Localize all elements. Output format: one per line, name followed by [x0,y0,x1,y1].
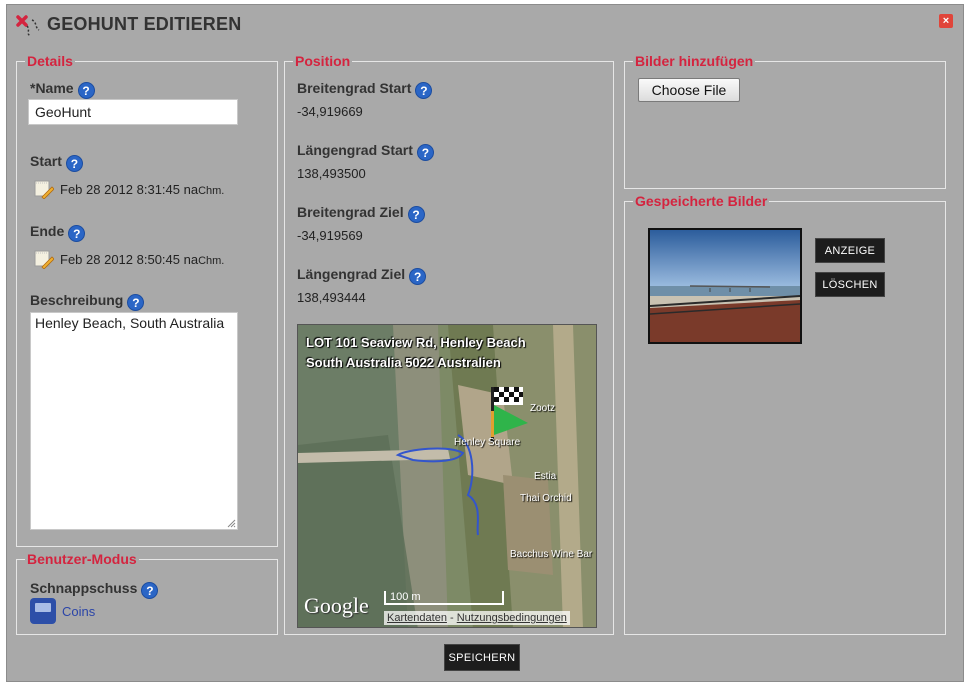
add-images-section: Bilder hinzufügen [624,53,946,189]
lng-start-label: Längengrad Start? [297,142,434,161]
help-icon[interactable]: ? [77,82,95,99]
map-place-label: Bacchus Wine Bar [510,549,593,560]
name-input[interactable] [28,99,238,125]
calendar-edit-icon [34,180,54,199]
user-mode-legend: Benutzer-Modus [27,551,137,567]
google-logo: Google [304,593,369,618]
help-icon[interactable]: ? [415,82,433,99]
title-bar: GEOHUNT EDITIEREN [7,5,963,45]
help-icon[interactable]: ? [141,582,159,599]
help-icon[interactable]: ? [68,225,86,242]
lng-end-value: 138,493444 [297,290,366,305]
map-data-link[interactable]: Kartendaten [387,612,447,624]
geohunt-logo-icon [16,15,40,37]
help-icon[interactable]: ? [65,155,83,172]
dialog-title: GEOHUNT EDITIEREN [47,14,242,34]
terms-link[interactable]: Nutzungsbedingungen [457,612,567,624]
map-attribution: Kartendaten - Nutzungsbedingungen [384,611,570,625]
end-label: Ende? [30,223,86,242]
map-place-label: Thai Orchid [520,493,572,504]
coins-icon [30,598,56,624]
map-address-label: LOT 101 Seaview Rd, Henley Beach South A… [306,335,526,370]
snapshot-label: Schnappschuss? [30,580,159,599]
beach-photo [650,230,800,342]
satellite-map[interactable]: LOT 101 Seaview Rd, Henley Beach South A… [297,324,597,628]
lat-start-value: -34,919669 [297,104,363,119]
coins-option[interactable]: Coins [30,598,95,624]
map-place-label: Estia [534,471,557,482]
add-images-legend: Bilder hinzufügen [635,53,754,69]
name-label: *Name? [30,80,95,99]
saved-images-legend: Gespeicherte Bilder [635,193,768,209]
lng-start-value: 138,493500 [297,166,366,181]
resize-handle-icon[interactable] [226,518,236,528]
help-icon[interactable]: ? [416,144,434,161]
delete-image-button[interactable]: LÖSCHEN [815,272,885,297]
end-date-picker[interactable]: Feb 28 2012 8:50:45 naChm. [34,249,224,269]
description-label: Beschreibung? [30,292,145,311]
save-button[interactable]: SPEICHERN [444,644,520,671]
lat-end-value: -34,919569 [297,228,363,243]
saved-image-thumbnail[interactable] [648,228,802,344]
help-icon[interactable]: ? [407,206,425,223]
map-place-label: Zootz [530,403,556,414]
description-textarea[interactable] [30,312,238,530]
lat-start-label: Breitengrad Start? [297,80,433,99]
help-icon[interactable]: ? [127,294,145,311]
lng-end-label: Längengrad Ziel? [297,266,427,285]
calendar-edit-icon [34,250,54,269]
close-button[interactable]: × [939,14,953,28]
details-legend: Details [27,53,73,69]
map-place-label: Henley Square [454,437,521,448]
position-legend: Position [295,53,351,69]
lat-end-label: Breitengrad Ziel? [297,204,425,223]
start-date-picker[interactable]: Feb 28 2012 8:31:45 naChm. [34,179,224,199]
coins-label: Coins [62,604,96,619]
show-image-button[interactable]: ANZEIGE [815,238,885,263]
map-scale-label: 100 m [390,591,421,603]
help-icon[interactable]: ? [409,268,427,285]
choose-file-button[interactable]: Choose File [638,78,740,102]
start-label: Start? [30,153,83,172]
